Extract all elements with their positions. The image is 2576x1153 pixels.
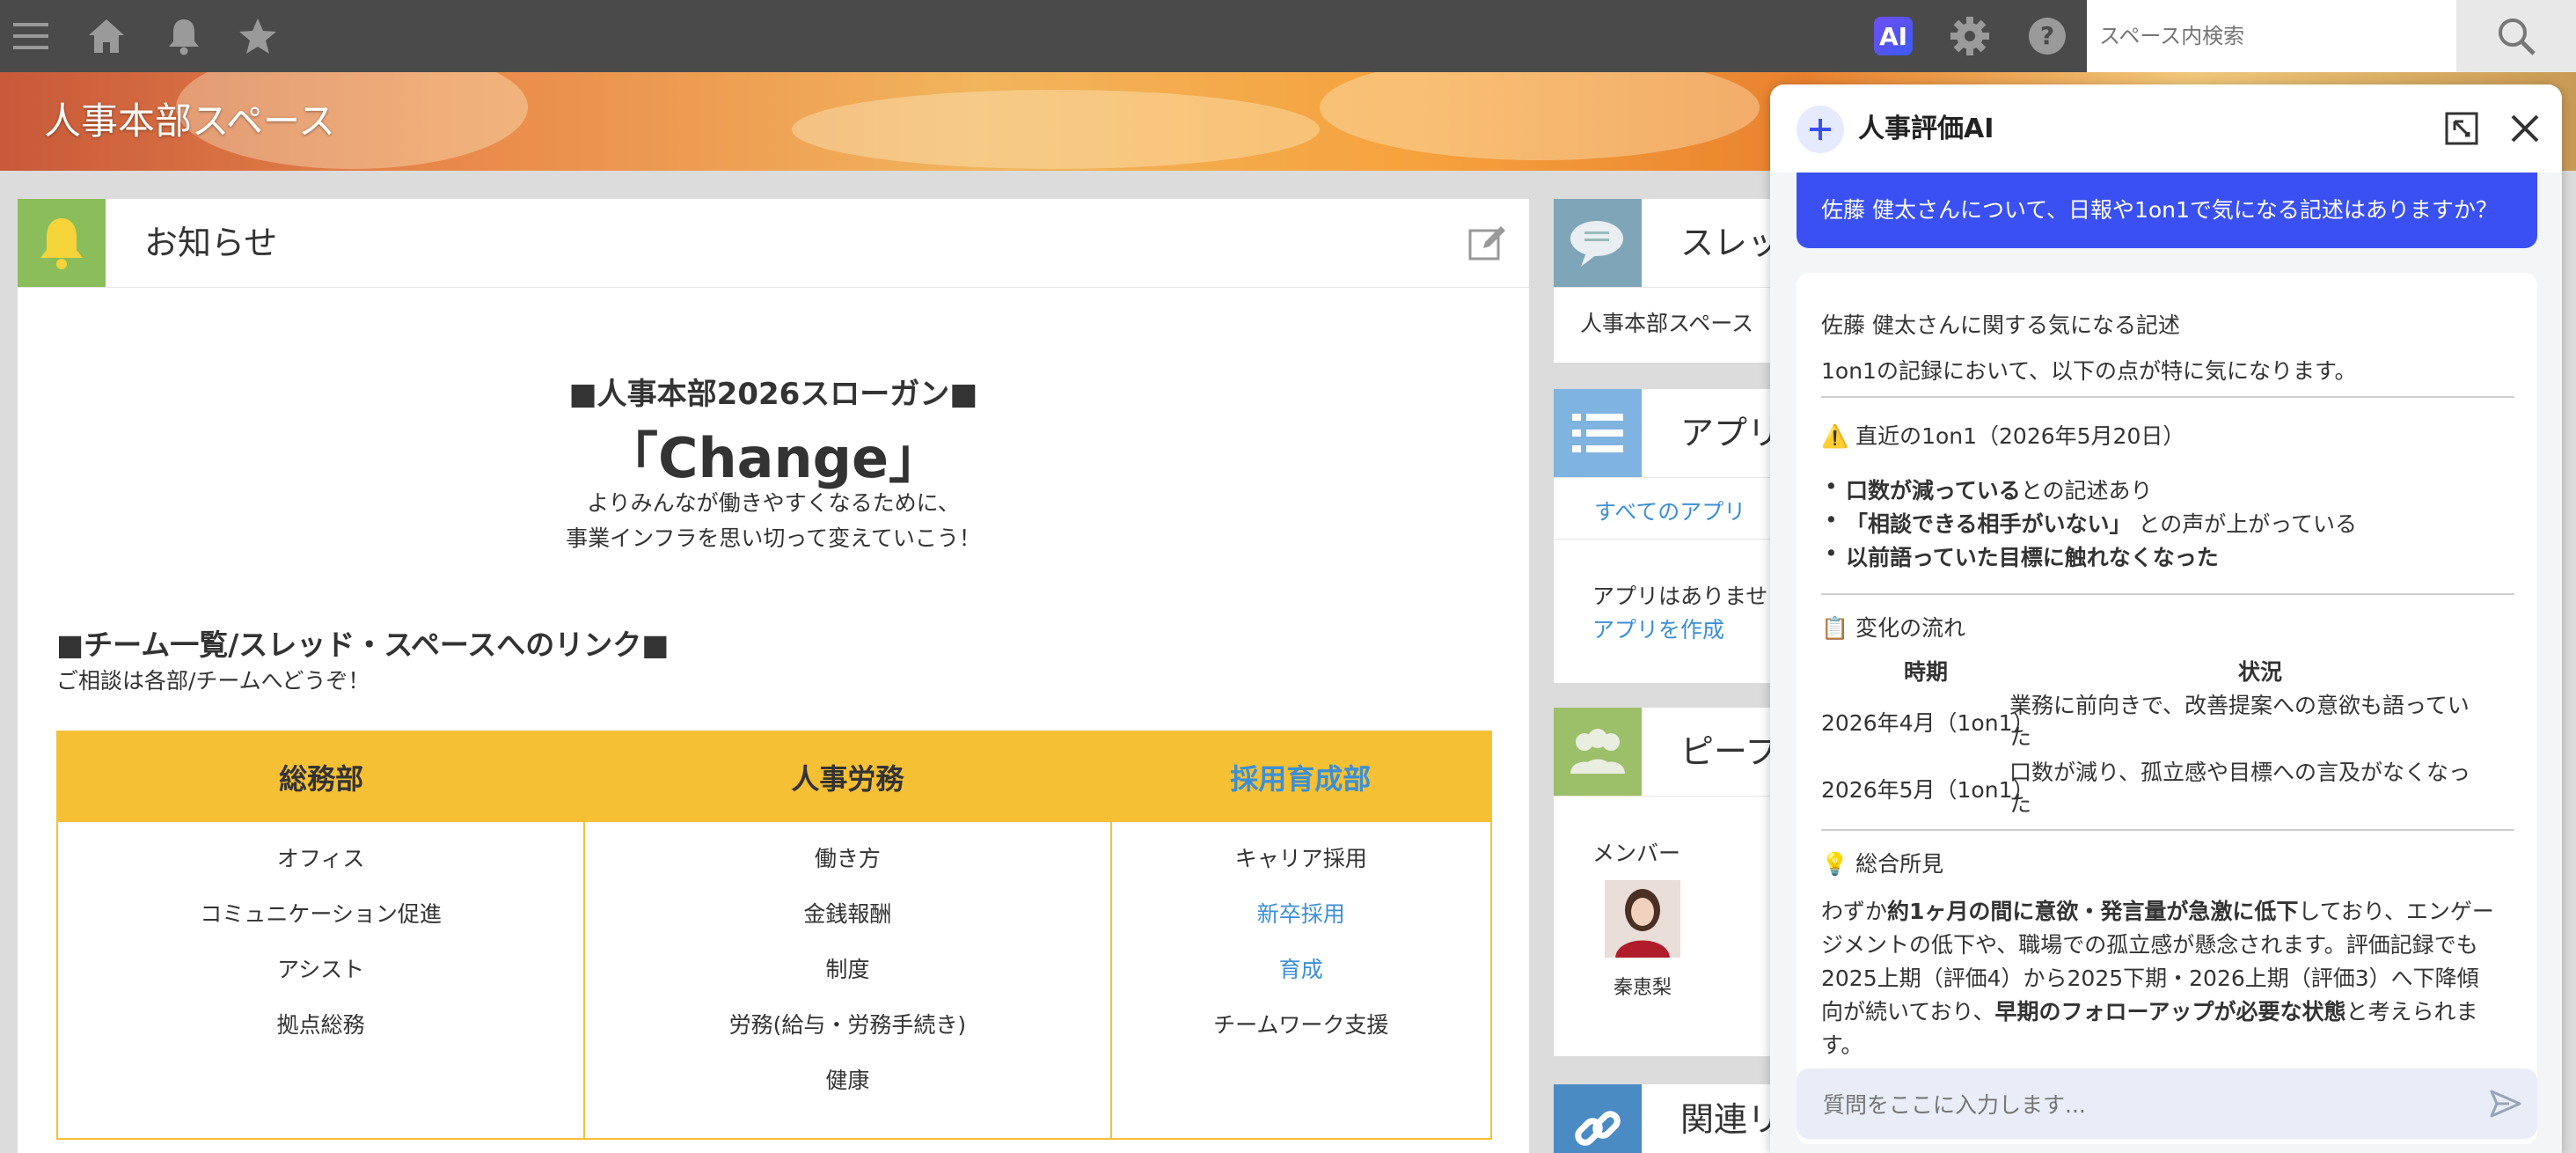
team-header-saiyo-ikusei[interactable]: 採用育成部 bbox=[1110, 731, 1491, 822]
new-chat-button[interactable] bbox=[1797, 106, 1844, 153]
summary-line: 2025上期（評価4）から2025下期・2026上期（評価3）へ下降傾 bbox=[1821, 966, 2479, 991]
avatar[interactable] bbox=[1605, 880, 1680, 958]
notice-title: お知らせ bbox=[144, 224, 278, 262]
team-link[interactable]: 働き方 bbox=[586, 841, 1109, 897]
ai-answer-card: 佐藤 健太さんに関する気になる記述 1on1の記録において、以下の点が特に気にな… bbox=[1797, 273, 2537, 1144]
recent-1on1-heading: ⚠️ 直近の1on1（2026年5月20日） bbox=[1821, 423, 2185, 449]
team-link[interactable]: コミュニケーション促進 bbox=[59, 897, 582, 952]
table-cell-status-cont: た bbox=[2009, 724, 2032, 750]
chat-input-area bbox=[1797, 1069, 2537, 1141]
teams-subtext: ご相談は各部/チームへどうぞ！ bbox=[56, 668, 370, 694]
thread-link[interactable]: 人事本部スペース bbox=[1580, 306, 1753, 338]
slogan-line-1: よりみんなが働きやすくなるために、 bbox=[587, 490, 960, 516]
search-button[interactable] bbox=[2456, 0, 2576, 72]
chat-input[interactable] bbox=[1821, 1069, 2458, 1141]
team-link[interactable]: 新卒採用 bbox=[1113, 897, 1489, 952]
apps-empty-text: アプリはありませ bbox=[1592, 584, 1768, 609]
table-header-status: 状況 bbox=[2238, 659, 2283, 685]
ai-chat-panel: 人事評価AI 佐藤 健太さんについて、日報や1on1で気になる記述はありますか？… bbox=[1770, 84, 2562, 1153]
close-icon bbox=[2511, 114, 2539, 143]
flow-heading: 📋 変化の流れ bbox=[1821, 615, 1966, 641]
table-cell-status-cont: た bbox=[2009, 791, 2032, 817]
notice-card-header: お知らせ bbox=[18, 199, 1529, 288]
bell-icon[interactable] bbox=[162, 0, 206, 72]
summary-heading: 💡 総合所見 bbox=[1821, 851, 1944, 877]
table-cell-status: 口数が減り、孤立感や目標への言及がなくなっ bbox=[2009, 760, 2471, 785]
minimize-panel-button[interactable] bbox=[2444, 111, 2479, 146]
top-nav-bar: AI ? bbox=[0, 0, 2576, 72]
list-item: 口数が減っているとの記述あり bbox=[1825, 474, 2153, 505]
team-link[interactable]: 拠点総務 bbox=[59, 1008, 582, 1063]
team-header-soumu[interactable]: 総務部 bbox=[57, 731, 585, 822]
team-header-jinji-roumu[interactable]: 人事労務 bbox=[584, 731, 1111, 822]
all-apps-tab[interactable]: すべてのアプリ bbox=[1594, 495, 1745, 526]
teams-heading: ■チーム一覧/スレッド・スペースへのリンク■ bbox=[56, 628, 670, 662]
menu-icon[interactable] bbox=[9, 0, 53, 72]
team-table: 総務部 人事労務 採用育成部 オフィス コミュニケーション促進 アシスト 拠点総… bbox=[56, 731, 1492, 1140]
search-box bbox=[2087, 0, 2456, 72]
star-icon[interactable] bbox=[236, 0, 280, 72]
link-chain-icon bbox=[1554, 1084, 1642, 1153]
ai-panel-header: 人事評価AI bbox=[1770, 84, 2562, 173]
team-link[interactable]: オフィス bbox=[59, 841, 582, 897]
people-icon bbox=[1554, 708, 1642, 796]
team-column-soumu: オフィス コミュニケーション促進 アシスト 拠点総務 bbox=[57, 822, 584, 1139]
list-item: 以前語っていた目標に触れなくなった bbox=[1825, 540, 2219, 572]
help-icon[interactable]: ? bbox=[2025, 0, 2069, 72]
threads-title: スレッ bbox=[1680, 224, 1782, 262]
summary-line: 向が続いており、早期のフォローアップが必要な状態と考えられま bbox=[1821, 999, 2478, 1024]
gear-icon[interactable] bbox=[1948, 0, 1992, 72]
home-icon[interactable] bbox=[84, 0, 128, 72]
team-link[interactable]: 制度 bbox=[586, 952, 1109, 1008]
team-link[interactable]: アシスト bbox=[59, 952, 582, 1008]
team-link[interactable]: 健康 bbox=[586, 1063, 1109, 1119]
slogan-line-2: 事業インフラを思い切って変えていこう！ bbox=[566, 525, 981, 551]
send-icon bbox=[2490, 1090, 2521, 1118]
ai-assistant-button[interactable]: AI bbox=[1874, 17, 1913, 55]
table-cell-status: 業務に前向きで、改善提案への意欲も語ってい bbox=[2009, 693, 2470, 718]
ai-panel-title: 人事評価AI bbox=[1858, 114, 1994, 144]
list-icon bbox=[1554, 389, 1642, 477]
plus-icon bbox=[1810, 119, 1831, 140]
team-link[interactable]: 金銭報酬 bbox=[586, 897, 1109, 952]
send-button[interactable] bbox=[2488, 1086, 2523, 1121]
answer-title: 佐藤 健太さんに関する気になる記述 bbox=[1821, 312, 2180, 338]
speech-bubble-icon bbox=[1554, 199, 1642, 287]
slogan-main: 「Change」 bbox=[603, 426, 944, 490]
members-label: メンバー bbox=[1592, 841, 1681, 866]
team-column-saiyo-ikusei: キャリア採用 新卒採用 育成 チームワーク支援 bbox=[1109, 822, 1491, 1139]
team-column-jinji-roumu: 働き方 金銭報酬 制度 労務(給与・労務手続き) 健康 bbox=[583, 822, 1111, 1139]
svg-text:?: ? bbox=[2040, 21, 2054, 50]
team-link[interactable]: 労務(給与・労務手続き) bbox=[586, 1008, 1109, 1063]
list-item: 「相談できる相手がいない」 との声が上がっている bbox=[1825, 507, 2357, 539]
team-link[interactable]: 育成 bbox=[1113, 952, 1489, 1008]
collapse-icon bbox=[2445, 112, 2478, 145]
answer-intro: 1on1の記録において、以下の点が特に気になります。 bbox=[1821, 358, 2357, 384]
apps-title: アプリ bbox=[1680, 414, 1782, 452]
team-link[interactable]: チームワーク支援 bbox=[1113, 1008, 1489, 1063]
summary-line: す。 bbox=[1821, 1032, 1863, 1058]
user-message-bubble: 佐藤 健太さんについて、日報や1on1で気になる記述はありますか？ bbox=[1797, 173, 2537, 248]
table-cell-period: 2026年5月（1on1） bbox=[1821, 777, 2035, 803]
related-links-title: 関連リ bbox=[1680, 1100, 1782, 1139]
slogan-heading: ■人事本部2026スローガン■ bbox=[568, 377, 978, 412]
people-title: ピープ bbox=[1680, 732, 1779, 771]
member-name[interactable]: 秦恵梨 bbox=[1592, 972, 1693, 1000]
space-title: 人事本部スペース bbox=[44, 99, 335, 143]
table-cell-period: 2026年4月（1on1） bbox=[1821, 710, 2035, 736]
create-app-link[interactable]: アプリを作成 bbox=[1592, 613, 1724, 644]
team-link[interactable]: キャリア採用 bbox=[1113, 841, 1489, 897]
summary-line: ジメントの低下や、職場での孤立感が懸念されます。評価記録でも bbox=[1821, 932, 2478, 958]
search-icon bbox=[2499, 18, 2536, 55]
close-panel-button[interactable] bbox=[2507, 111, 2543, 146]
search-input[interactable] bbox=[2087, 0, 2453, 72]
bell-icon bbox=[18, 199, 106, 287]
summary-line: わずか約1ヶ月の間に意欲・発言量が急激に低下しており、エンゲー bbox=[1821, 899, 2494, 924]
table-header-period: 時期 bbox=[1904, 659, 1949, 685]
edit-icon[interactable] bbox=[1467, 224, 1506, 262]
